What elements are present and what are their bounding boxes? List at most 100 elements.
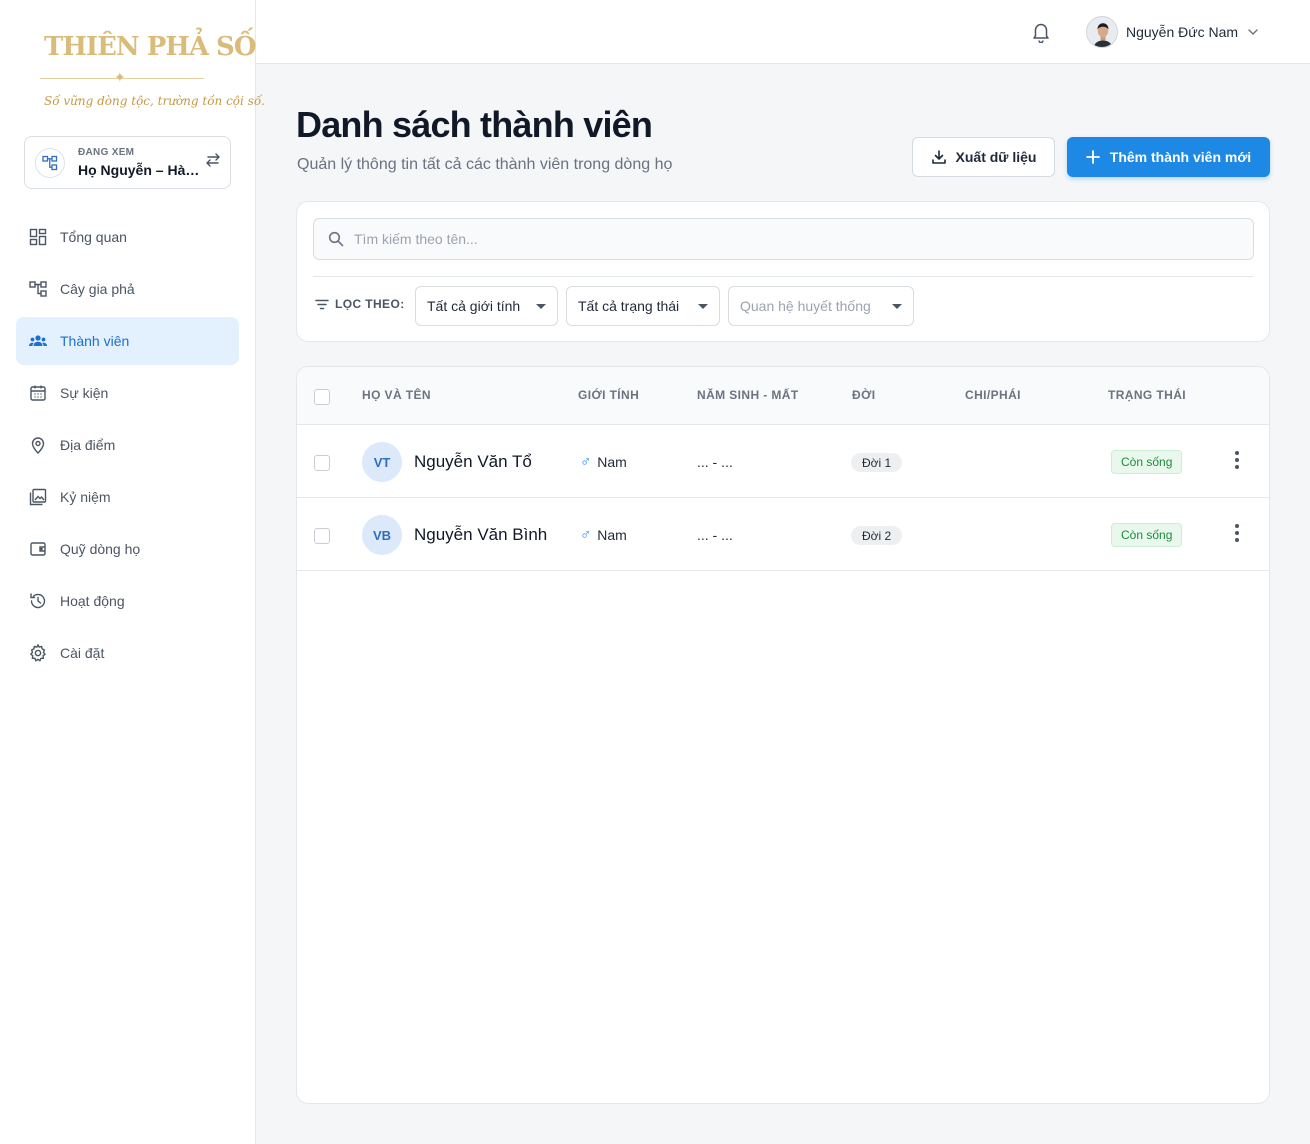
table-row[interactable]: VT Nguyễn Văn Tổ ♂ Nam ... - ... Đời 1 C… xyxy=(297,425,1269,498)
member-avatar: VB xyxy=(362,515,402,555)
wallet-icon xyxy=(30,542,46,556)
sidebar-item-events[interactable]: Sự kiện xyxy=(16,369,239,417)
sidebar-item-label: Thành viên xyxy=(60,333,130,349)
sidebar-item-settings[interactable]: Cài đặt xyxy=(16,629,239,677)
male-icon: ♂ xyxy=(580,453,592,470)
family-switcher[interactable]: ĐANG XEM Họ Nguyễn – Hà Nội xyxy=(24,136,231,189)
relation-filter-select[interactable]: Quan hệ huyết thống xyxy=(728,286,914,326)
filter-divider xyxy=(313,276,1254,277)
filter-label: LỌC THEO: xyxy=(315,297,405,311)
member-name[interactable]: Nguyễn Văn Bình xyxy=(414,525,547,545)
caret-down-icon xyxy=(536,304,546,309)
members-table: HỌ VÀ TÊN GIỚI TÍNH NĂM SINH - MẤT ĐỜI C… xyxy=(296,366,1270,1104)
status-filter-select[interactable]: Tất cả trạng thái xyxy=(566,286,720,326)
gender-filter-select[interactable]: Tất cả giới tính xyxy=(415,286,558,326)
family-tree-icon xyxy=(35,148,65,178)
sidebar: THIÊN PHẢ SỐ ✦ Số vững dòng tộc, trường … xyxy=(0,0,265,1144)
sidebar-item-label: Sự kiện xyxy=(60,385,109,401)
top-bar: Nguyễn Đức Nam xyxy=(256,0,1310,64)
filter-panel: LỌC THEO: Tất cả giới tính Tất cả trạng … xyxy=(296,201,1270,342)
row-checkbox[interactable] xyxy=(314,455,330,471)
row-checkbox[interactable] xyxy=(314,528,330,544)
status-filter-value: Tất cả trạng thái xyxy=(578,298,680,314)
sidebar-nav: Tổng quan Cây gia phả Thành viên Sự kiện… xyxy=(16,213,239,681)
sidebar-item-family-tree[interactable]: Cây gia phả xyxy=(16,265,239,313)
generation-badge: Đời 1 xyxy=(851,453,903,472)
filter-label-text: LỌC THEO: xyxy=(335,297,405,311)
chevron-down-icon xyxy=(1248,29,1258,35)
sidebar-item-label: Quỹ dòng họ xyxy=(60,541,141,557)
brand-logo[interactable]: THIÊN PHẢ SỐ ✦ Số vững dòng tộc, trường … xyxy=(36,30,265,116)
male-icon: ♂ xyxy=(580,526,592,543)
history-icon xyxy=(30,593,46,609)
export-data-button[interactable]: Xuất dữ liệu xyxy=(912,137,1055,177)
member-name[interactable]: Nguyễn Văn Tổ xyxy=(414,452,532,472)
member-gender: ♂ Nam xyxy=(580,526,627,543)
member-years: ... - ... xyxy=(697,454,733,470)
sidebar-item-label: Kỷ niệm xyxy=(60,489,111,505)
notification-bell-icon[interactable] xyxy=(1031,21,1051,48)
avatar xyxy=(1086,16,1118,48)
more-options-icon[interactable] xyxy=(1228,447,1246,473)
user-name: Nguyễn Đức Nam xyxy=(1126,24,1239,40)
page-subtitle: Quản lý thông tin tất cả các thành viên … xyxy=(297,156,673,173)
member-gender-text: Nam xyxy=(597,453,627,470)
add-member-button[interactable]: Thêm thành viên mới xyxy=(1067,137,1270,177)
relation-filter-placeholder: Quan hệ huyết thống xyxy=(740,298,871,314)
sidebar-item-family-fund[interactable]: Quỹ dòng họ xyxy=(16,525,239,573)
status-badge: Còn sống xyxy=(1111,523,1183,547)
caret-down-icon xyxy=(892,304,902,309)
generation-badge: Đời 2 xyxy=(851,526,903,545)
sidebar-item-overview[interactable]: Tổng quan xyxy=(16,213,239,261)
column-header-status[interactable]: TRẠNG THÁI xyxy=(1108,388,1186,402)
select-all-checkbox[interactable] xyxy=(314,389,330,405)
search-box[interactable] xyxy=(313,218,1254,260)
column-header-years[interactable]: NĂM SINH - MẤT xyxy=(697,388,799,402)
logo-text: THIÊN PHẢ SỐ xyxy=(44,32,256,62)
add-member-label: Thêm thành viên mới xyxy=(1109,149,1252,165)
column-header-gender[interactable]: GIỚI TÍNH xyxy=(578,388,639,402)
logo-slogan: Số vững dòng tộc, trường tồn cội số. xyxy=(44,94,265,108)
sidebar-item-label: Cây gia phả xyxy=(60,281,135,297)
search-input[interactable] xyxy=(354,219,1234,259)
gender-filter-value: Tất cả giới tính xyxy=(427,298,521,314)
sidebar-item-members[interactable]: Thành viên xyxy=(16,317,239,365)
people-icon xyxy=(29,335,47,346)
gear-icon xyxy=(29,643,46,662)
column-header-name[interactable]: HỌ VÀ TÊN xyxy=(362,388,431,402)
caret-down-icon xyxy=(698,304,708,309)
tree-icon xyxy=(29,281,47,297)
viewing-family-name: Họ Nguyễn – Hà Nội xyxy=(78,162,200,178)
member-avatar: VT xyxy=(362,442,402,482)
download-icon xyxy=(931,150,946,164)
sidebar-item-memories[interactable]: Kỷ niệm xyxy=(16,473,239,521)
user-menu[interactable]: Nguyễn Đức Nam xyxy=(1086,16,1258,48)
viewing-label: ĐANG XEM xyxy=(78,147,135,158)
sidebar-item-label: Địa điểm xyxy=(60,437,116,453)
search-icon xyxy=(328,231,344,247)
sidebar-item-label: Hoạt động xyxy=(60,593,125,609)
status-badge: Còn sống xyxy=(1111,450,1183,474)
export-label: Xuất dữ liệu xyxy=(955,149,1037,165)
member-gender-text: Nam xyxy=(597,526,627,543)
table-header: HỌ VÀ TÊN GIỚI TÍNH NĂM SINH - MẤT ĐỜI C… xyxy=(297,367,1269,425)
plus-icon xyxy=(1085,150,1100,164)
dashboard-icon xyxy=(29,228,47,246)
page-title: Danh sách thành viên xyxy=(296,104,653,145)
location-icon xyxy=(31,437,45,454)
member-years: ... - ... xyxy=(697,527,733,543)
sparkle-icon: ✦ xyxy=(114,69,126,85)
sidebar-item-activity[interactable]: Hoạt động xyxy=(16,577,239,625)
sidebar-item-locations[interactable]: Địa điểm xyxy=(16,421,239,469)
calendar-icon xyxy=(30,385,46,401)
swap-icon[interactable] xyxy=(205,153,221,172)
photo-icon xyxy=(29,488,47,506)
filter-icon xyxy=(315,299,329,309)
column-header-branch[interactable]: CHI/PHÁI xyxy=(965,388,1021,402)
sidebar-item-label: Cài đặt xyxy=(60,645,105,661)
member-gender: ♂ Nam xyxy=(580,453,627,470)
column-header-generation[interactable]: ĐỜI xyxy=(852,388,875,402)
sidebar-item-label: Tổng quan xyxy=(60,229,127,245)
table-row[interactable]: VB Nguyễn Văn Bình ♂ Nam ... - ... Đời 2… xyxy=(297,498,1269,571)
more-options-icon[interactable] xyxy=(1228,520,1246,546)
